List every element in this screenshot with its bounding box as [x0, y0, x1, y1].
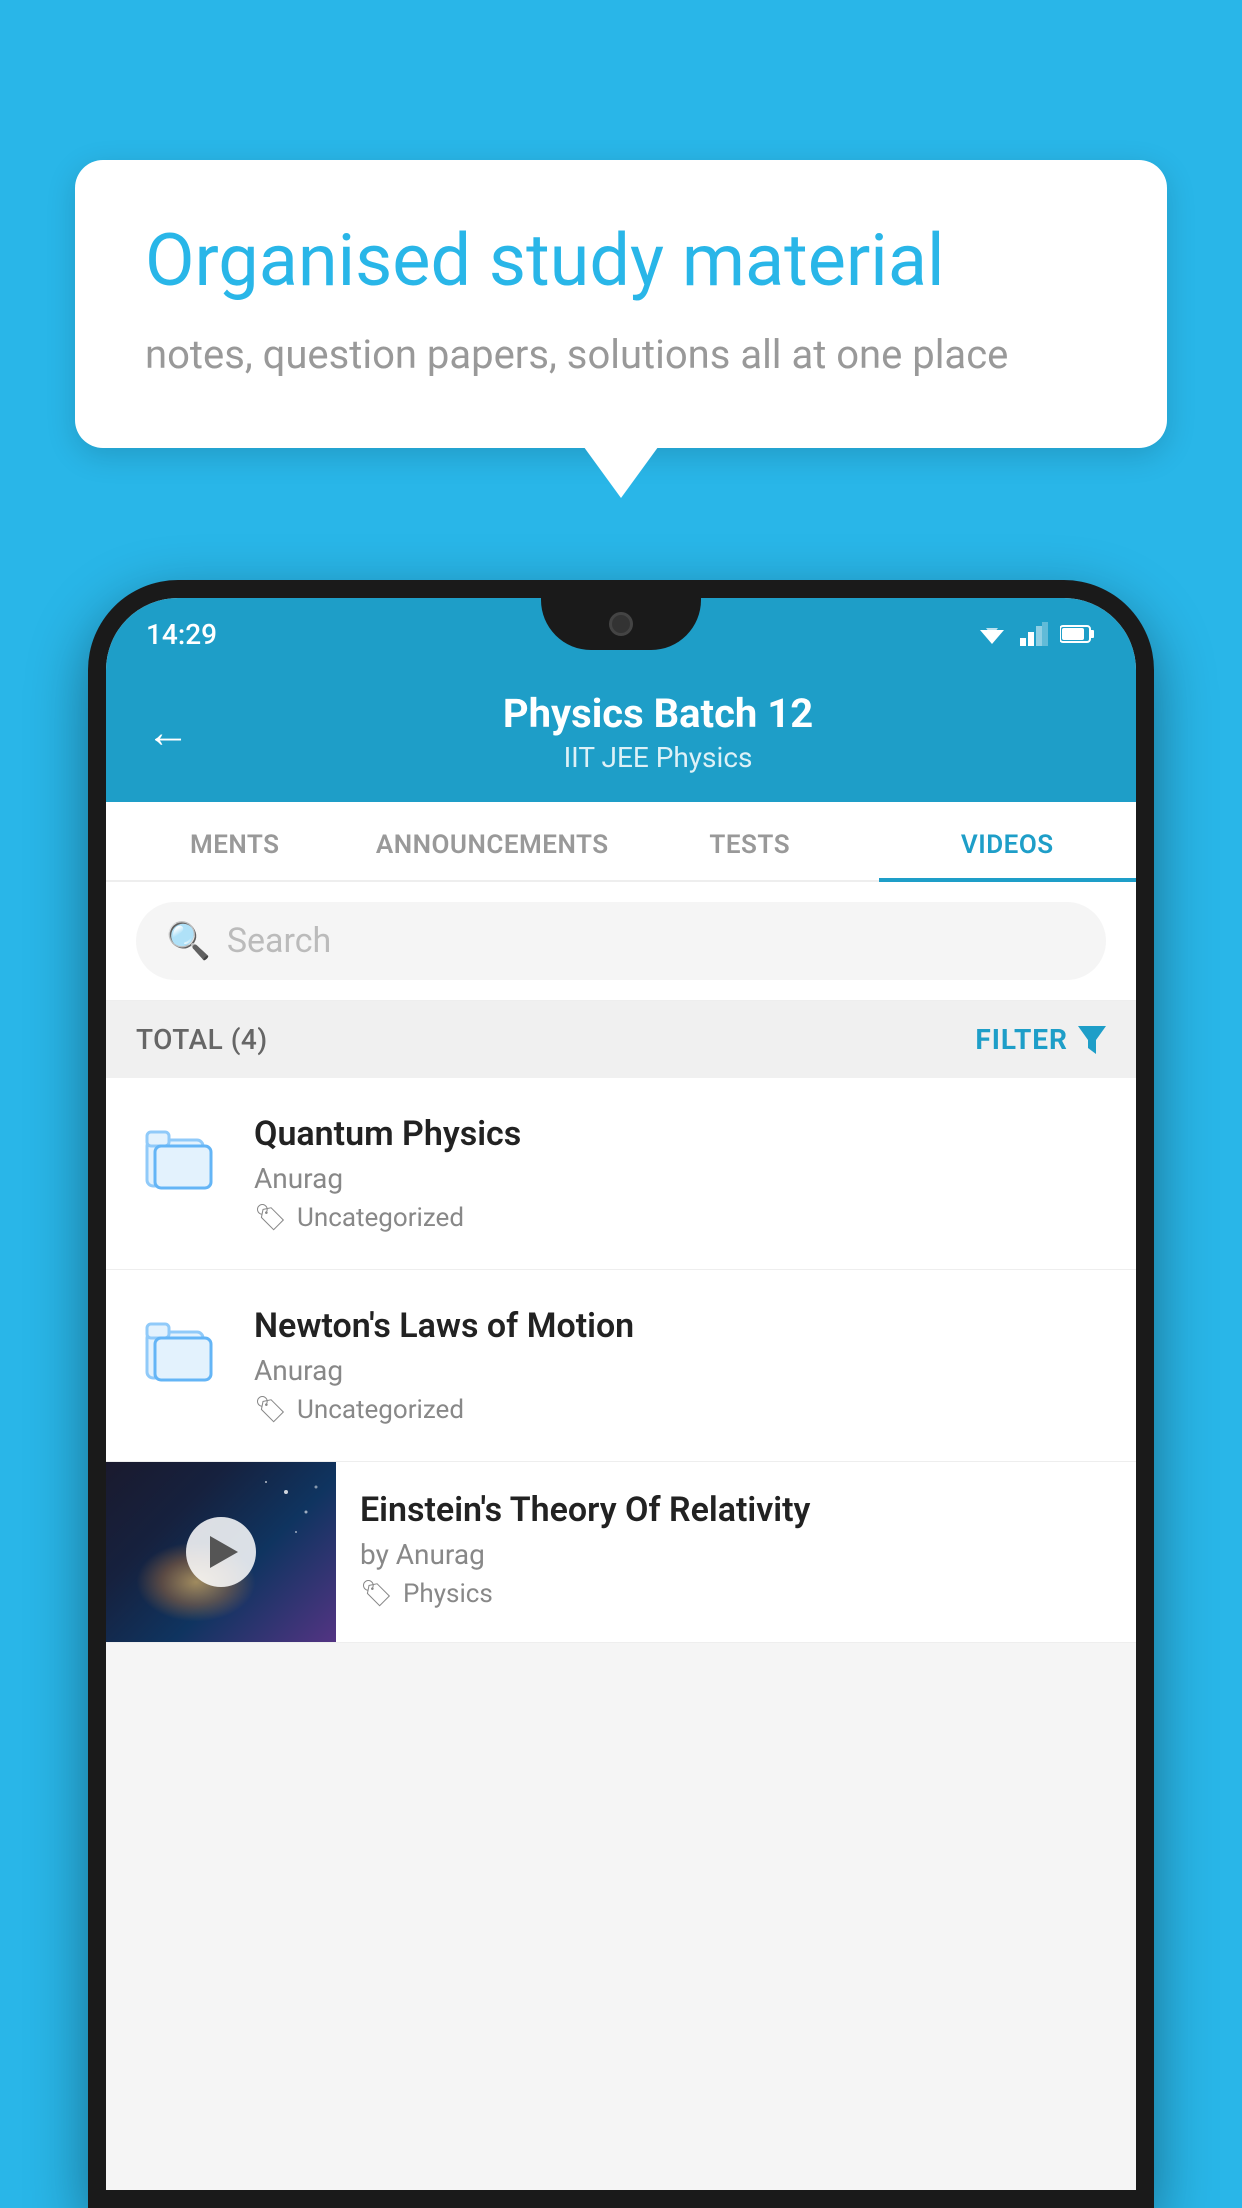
tag-icon: 🏷: [254, 1203, 287, 1233]
search-icon: 🔍: [166, 920, 211, 962]
tab-announcements[interactable]: ANNOUNCEMENTS: [364, 802, 622, 880]
phone-screen: 14:29: [106, 598, 1136, 2190]
item-info-einstein: Einstein's Theory Of Relativity by Anura…: [336, 1462, 1136, 1637]
video-list: Quantum Physics Anurag 🏷 Uncategorized: [106, 1078, 1136, 1643]
item-tag: 🏷 Physics: [360, 1579, 1112, 1609]
list-item[interactable]: Einstein's Theory Of Relativity by Anura…: [106, 1462, 1136, 1643]
filter-button[interactable]: FILTER: [975, 1023, 1106, 1056]
tag-label: Uncategorized: [297, 1203, 464, 1233]
tag-icon: 🏷: [360, 1579, 393, 1609]
wifi-icon: [976, 622, 1008, 646]
item-title: Einstein's Theory Of Relativity: [360, 1490, 1112, 1530]
filter-funnel-icon: [1078, 1026, 1106, 1054]
header-title: Physics Batch 12: [220, 690, 1096, 737]
camera: [609, 612, 633, 636]
item-info-newton: Newton's Laws of Motion Anurag 🏷 Uncateg…: [254, 1306, 1106, 1425]
speech-bubble-subtitle: notes, question papers, solutions all at…: [145, 331, 1097, 378]
item-tag: 🏷 Uncategorized: [254, 1395, 1106, 1425]
tab-videos[interactable]: VIDEOS: [879, 802, 1137, 880]
tab-ments[interactable]: MENTS: [106, 802, 364, 880]
total-count: TOTAL (4): [136, 1023, 268, 1056]
search-bar[interactable]: 🔍 Search: [136, 902, 1106, 980]
tag-icon: 🏷: [254, 1395, 287, 1425]
tab-bar: MENTS ANNOUNCEMENTS TESTS VIDEOS: [106, 802, 1136, 882]
battery-icon: [1060, 624, 1096, 644]
item-author: by Anurag: [360, 1538, 1112, 1571]
item-icon-newton: [136, 1314, 226, 1386]
video-thumbnail: [106, 1462, 336, 1642]
tag-label: Uncategorized: [297, 1395, 464, 1425]
phone-notch: [541, 598, 701, 650]
play-button[interactable]: [186, 1517, 256, 1587]
item-info-quantum: Quantum Physics Anurag 🏷 Uncategorized: [254, 1114, 1106, 1233]
folder-icon: [145, 1122, 217, 1194]
speech-bubble-title: Organised study material: [145, 220, 1097, 303]
speech-bubble: Organised study material notes, question…: [75, 160, 1167, 448]
tag-label: Physics: [403, 1579, 493, 1609]
phone-frame: 14:29: [88, 580, 1154, 2208]
search-container: 🔍 Search: [106, 882, 1136, 1001]
play-triangle-icon: [210, 1536, 238, 1568]
signal-icon: [1020, 622, 1048, 646]
folder-icon: [145, 1314, 217, 1386]
back-button[interactable]: ←: [146, 706, 190, 758]
status-bar: 14:29: [106, 598, 1136, 670]
item-title: Newton's Laws of Motion: [254, 1306, 1106, 1346]
item-title: Quantum Physics: [254, 1114, 1106, 1154]
item-icon-quantum: [136, 1122, 226, 1194]
app-header: ← Physics Batch 12 IIT JEE Physics: [106, 670, 1136, 802]
item-author: Anurag: [254, 1162, 1106, 1195]
search-input[interactable]: Search: [227, 921, 331, 961]
filter-label: FILTER: [975, 1023, 1068, 1056]
header-subtitle: IIT JEE Physics: [220, 741, 1096, 774]
filter-bar: TOTAL (4) FILTER: [106, 1001, 1136, 1078]
item-tag: 🏷 Uncategorized: [254, 1203, 1106, 1233]
header-title-block: Physics Batch 12 IIT JEE Physics: [220, 690, 1096, 774]
tab-tests[interactable]: TESTS: [621, 802, 879, 880]
status-icons: [976, 622, 1096, 646]
status-time: 14:29: [146, 618, 217, 651]
list-item[interactable]: Newton's Laws of Motion Anurag 🏷 Uncateg…: [106, 1270, 1136, 1462]
item-author: Anurag: [254, 1354, 1106, 1387]
list-item[interactable]: Quantum Physics Anurag 🏷 Uncategorized: [106, 1078, 1136, 1270]
